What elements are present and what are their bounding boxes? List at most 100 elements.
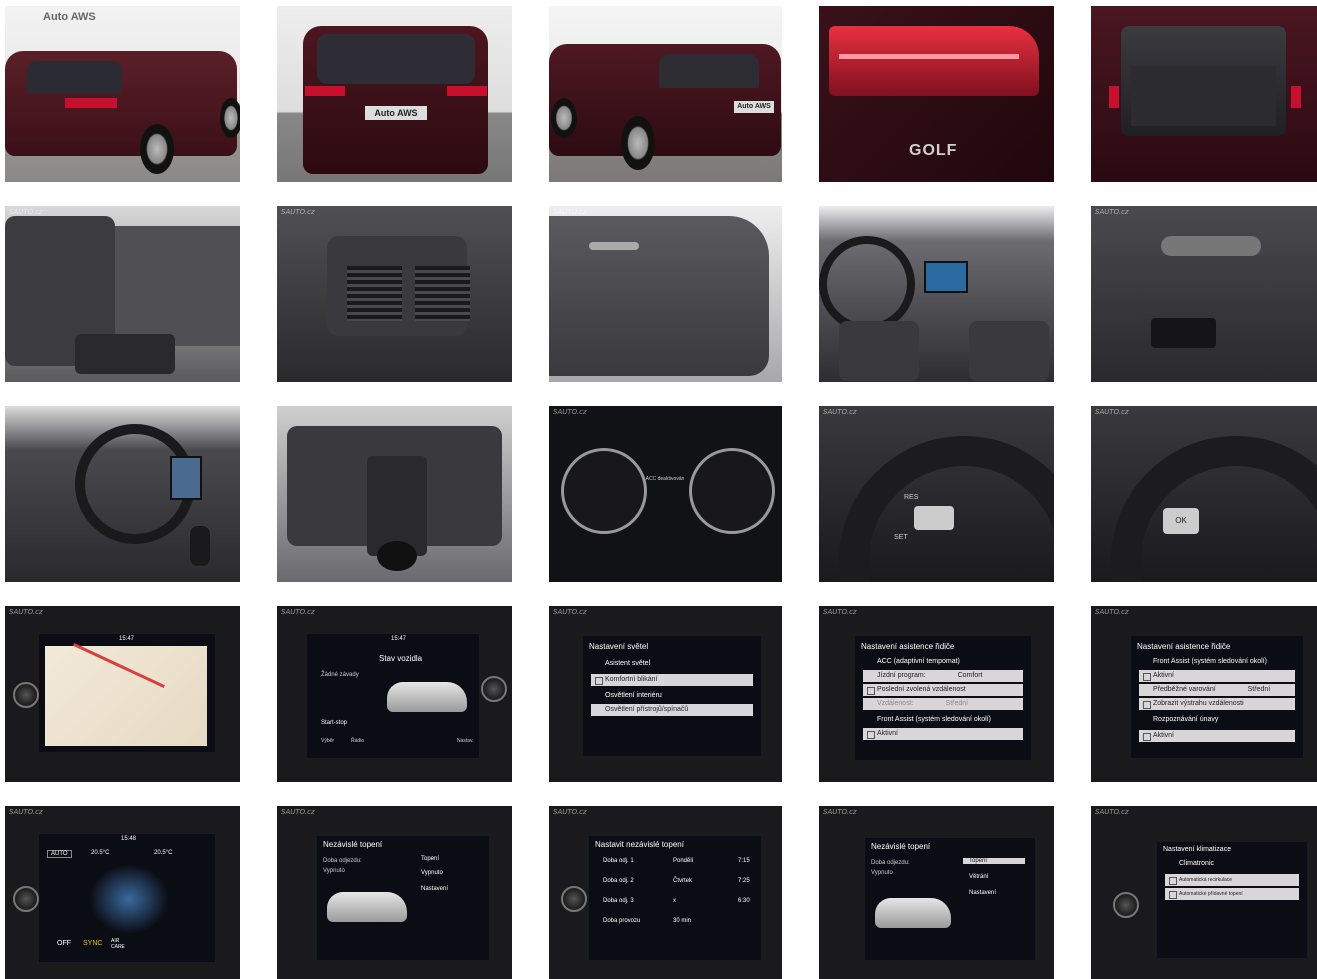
watermark: SAUTO.cz xyxy=(9,808,43,816)
checkbox-icon xyxy=(1169,877,1177,885)
photo-trunk-open[interactable] xyxy=(1091,6,1317,182)
aircare-button: AIR CARE xyxy=(111,938,125,950)
photo-rear-3q-left[interactable]: Auto AWS xyxy=(5,6,240,182)
tachometer xyxy=(561,448,647,534)
dealer-logo: Auto AWS xyxy=(43,11,96,23)
row-day: Pondělí xyxy=(673,858,694,864)
volume-knob xyxy=(13,886,39,912)
clock: 15:48 xyxy=(121,836,137,842)
photo-dashboard-center[interactable] xyxy=(819,206,1054,382)
infotainment-screen xyxy=(170,456,202,500)
photo-steering-right-buttons[interactable]: SAUTO.cz OK xyxy=(1091,406,1317,582)
gear-lever xyxy=(190,526,210,566)
row-label: Doba odj. 3 xyxy=(603,898,634,904)
photo-screen-assist[interactable]: SAUTO.cz Nastavení asistence řidiče ACC … xyxy=(819,606,1054,782)
infotainment-screen: Nastavit nezávislé topení Doba odj. 1 Pon… xyxy=(587,834,763,962)
photo-steering-left-buttons[interactable]: SAUTO.cz RES SET xyxy=(819,406,1054,582)
photo-screen-lights[interactable]: SAUTO.cz Nastavení světel Asistent světe… xyxy=(549,606,782,782)
watermark: SAUTO.cz xyxy=(823,408,857,416)
checkbox-icon xyxy=(595,677,603,685)
softkey-mid: Řádio xyxy=(351,738,365,744)
photo-rear-door-panel[interactable]: SAUTO.cz xyxy=(549,206,782,382)
speedometer xyxy=(689,448,775,534)
watermark: SAUTO.cz xyxy=(1095,208,1129,216)
photo-instrument-cluster[interactable]: SAUTO.cz ACC deaktivován xyxy=(549,406,782,582)
photo-screen-vehicle-status[interactable]: SAUTO.cz 15:47 Stav vozidla Žádné závady… xyxy=(277,606,512,782)
menu-row-checked: Zobrazit výstrahu vzdálenosti xyxy=(1139,698,1295,710)
golf-badge: GOLF xyxy=(909,142,958,159)
infotainment-screen: Nastavení klimatizace Climatronic Automa… xyxy=(1155,840,1309,960)
checkbox-icon xyxy=(867,687,875,695)
photo-screen-heater-set[interactable]: SAUTO.cz Nastavit nezávislé topení Doba … xyxy=(549,806,782,979)
menu-row-label: Jízdní program: xyxy=(877,672,926,679)
menu-row: Předběžné varování Střední xyxy=(1139,684,1295,696)
photo-rear-3q-right[interactable]: Auto AWS xyxy=(549,6,782,182)
photo-rear-bench-armrest[interactable] xyxy=(277,406,512,582)
seat xyxy=(839,321,919,381)
menu-row: Vzdálenost: Střední xyxy=(863,698,1023,710)
volume-knob xyxy=(481,676,507,702)
menu-row-checked: Automatické přídavné topení xyxy=(1165,888,1299,900)
checkbox-icon xyxy=(1143,673,1151,681)
schedule-row: Doba odj. 3 x 6:30 xyxy=(603,898,753,904)
watermark: SAUTO.cz xyxy=(553,408,587,416)
taillight-light-bar xyxy=(839,54,1019,59)
menu-row: Asistent světel xyxy=(605,660,651,667)
menu-row-value: Střední xyxy=(1247,686,1271,693)
sync-button: SYNC xyxy=(83,940,103,947)
seat xyxy=(969,321,1049,381)
screen-title: Nezávislé topení xyxy=(323,840,383,849)
infotainment-screen: Nezávislé topení Doba odjezdu: Vypnuto T… xyxy=(863,836,1037,962)
photo-rear-seat-side[interactable]: SAUTO.cz xyxy=(5,206,240,382)
watermark: SAUTO.cz xyxy=(1095,808,1129,816)
menu-row-label: Předběžné varování xyxy=(1153,686,1216,693)
set-label: SET xyxy=(894,534,908,541)
license-plate: Auto AWS xyxy=(365,106,427,120)
volume-knob xyxy=(1113,892,1139,918)
watermark: SAUTO.cz xyxy=(281,608,315,616)
watermark: SAUTO.cz xyxy=(9,208,43,216)
menu-row-checked: Aktivní xyxy=(863,728,1023,740)
wheel xyxy=(140,124,174,174)
photo-taillight-closeup[interactable]: GOLF xyxy=(819,6,1054,182)
license-plate: Auto AWS xyxy=(734,101,774,113)
softkey-left: Výběr xyxy=(321,738,335,744)
menu-row-label: Vzdálenost: xyxy=(877,700,914,707)
option-2: Vypnuto xyxy=(421,870,443,876)
temp-right: 20.5°C xyxy=(154,850,173,856)
photo-rear-vents[interactable]: SAUTO.cz xyxy=(277,206,512,382)
door-panel xyxy=(549,216,769,376)
infotainment-screen: 15:47 Stav vozidla Žádné závady Start-st… xyxy=(305,632,481,760)
photo-screen-climatronic[interactable]: SAUTO.cz Nastavení klimatizace Climatron… xyxy=(1091,806,1317,979)
photo-rear-center[interactable]: Auto AWS xyxy=(277,6,512,182)
watermark: SAUTO.cz xyxy=(823,808,857,816)
off-button: OFF xyxy=(57,940,71,947)
steering-wheel xyxy=(1111,436,1317,582)
photo-screen-front-assist[interactable]: SAUTO.cz Nastavení asistence řidiče Fron… xyxy=(1091,606,1317,782)
volume-knob xyxy=(13,682,39,708)
row-time: 7:15 xyxy=(738,858,750,864)
menu-row: Osvětlení interiéru xyxy=(605,692,662,699)
photo-screen-heater-2[interactable]: SAUTO.cz Nezávislé topení Doba odjezdu: … xyxy=(819,806,1054,979)
car-graphic xyxy=(875,898,951,928)
acc-button xyxy=(914,506,954,530)
car-graphic xyxy=(387,682,467,712)
photo-screen-climate[interactable]: SAUTO.cz 15:48 AUTO 20.5°C 20.5°C OFF SY… xyxy=(5,806,240,979)
row-day: Čtvrtek xyxy=(673,878,693,884)
option-3: Nastavení xyxy=(969,890,997,896)
infotainment-screen: Nezávislé topení Doba odjezdu: Vypnuto T… xyxy=(315,834,491,962)
photo-cockpit-steering[interactable] xyxy=(5,406,240,582)
wheel xyxy=(551,98,577,138)
softkey-right: Nastav. xyxy=(457,738,474,744)
nav-map xyxy=(45,646,207,746)
row-time: 7:25 xyxy=(738,878,750,884)
photo-door-controls[interactable]: SAUTO.cz xyxy=(1091,206,1317,382)
row-day: 30 min xyxy=(673,918,692,924)
screen-title: Nastavit nezávislé topení xyxy=(595,840,684,849)
row-label: Doba provozu xyxy=(603,918,641,924)
watermark: SAUTO.cz xyxy=(281,208,315,216)
volume-knob xyxy=(561,886,587,912)
photo-screen-heater[interactable]: SAUTO.cz Nezávislé topení Doba odjezdu: … xyxy=(277,806,512,979)
taillight xyxy=(65,98,117,108)
photo-screen-map[interactable]: SAUTO.cz 15:47 xyxy=(5,606,240,782)
